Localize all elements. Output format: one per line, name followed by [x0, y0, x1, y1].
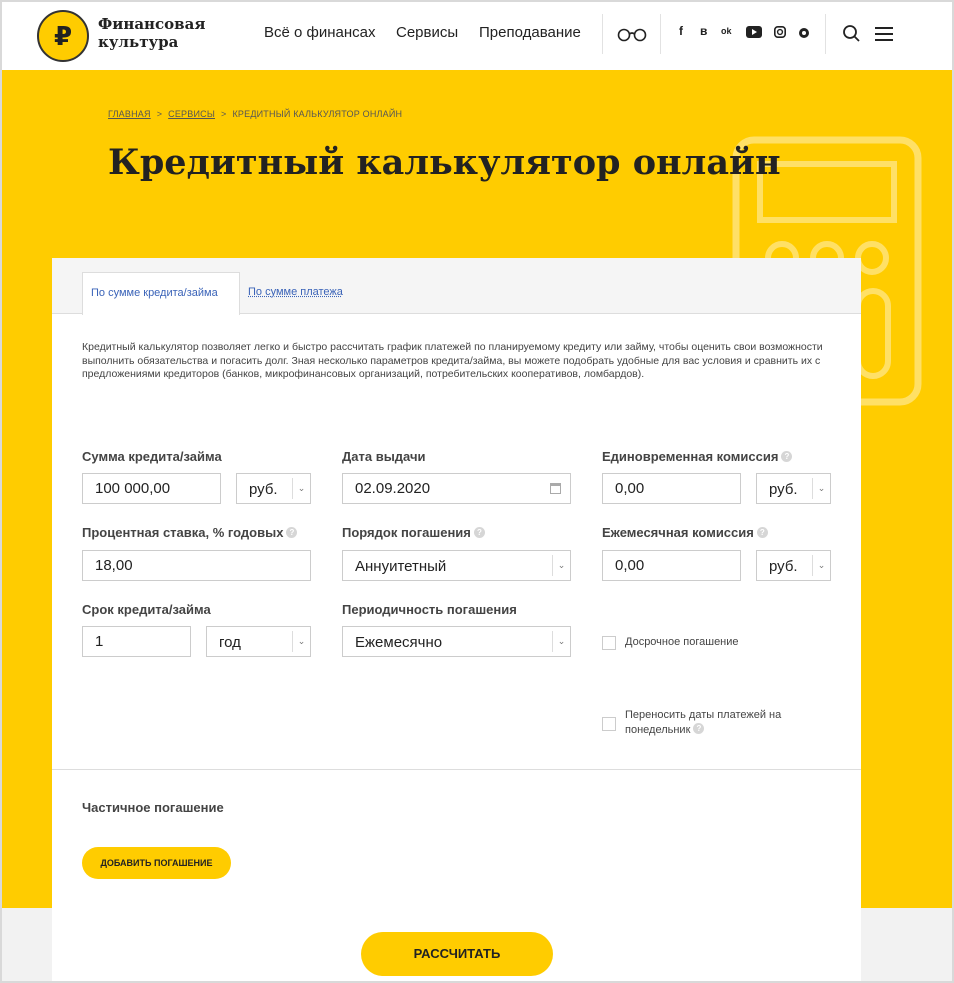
calculator-card: По сумме кредита/займа По сумме платежа … [52, 258, 861, 983]
interest-rate-label: Процентная ставка, % годовых? [82, 525, 297, 540]
monthly-fee-input[interactable]: 0,00 [602, 550, 741, 581]
breadcrumb-home[interactable]: ГЛАВНАЯ [108, 109, 151, 119]
periodicity-label: Периодичность погашения [342, 602, 517, 617]
breadcrumb-services[interactable]: СЕРВИСЫ [168, 109, 215, 119]
one-time-fee-label: Единовременная комиссия? [602, 449, 792, 464]
logo-text-line-2: культура [98, 33, 205, 51]
tab-bar: По сумме кредита/займа По сумме платежа [52, 258, 861, 314]
loan-term-input[interactable]: 1 [82, 626, 191, 657]
header-divider [825, 14, 826, 54]
currency-value: руб. [769, 558, 798, 575]
menu-icon[interactable] [875, 27, 893, 41]
help-icon[interactable]: ? [757, 527, 768, 538]
move-dates-checkbox[interactable] [602, 717, 616, 731]
monthly-fee-label: Ежемесячная комиссия? [602, 525, 768, 540]
loan-term-unit-select[interactable]: год ⌄ [206, 626, 311, 657]
nav-all-about-finance[interactable]: Всё о финансах [264, 24, 376, 41]
tab-by-loan-amount[interactable]: По сумме кредита/займа [82, 272, 240, 315]
repayment-order-label-text: Порядок погашения [342, 525, 471, 540]
help-icon[interactable]: ? [693, 723, 704, 734]
issue-date-input[interactable]: 02.09.2020 [342, 473, 571, 504]
breadcrumb-separator: > [157, 109, 162, 119]
site-header: ₽ Финансовая культура Всё о финансах Сер… [2, 2, 952, 70]
nav-teaching[interactable]: Преподавание [479, 24, 581, 41]
chevron-down-icon: ⌄ [292, 478, 310, 499]
currency-value: руб. [249, 481, 278, 498]
move-dates-label-line-2: понедельник [625, 724, 690, 736]
chevron-down-icon: ⌄ [552, 555, 570, 576]
chevron-down-icon: ⌄ [812, 478, 830, 499]
calculator-description: Кредитный калькулятор позволяет легко и … [82, 341, 832, 382]
header-divider [660, 14, 661, 54]
help-icon[interactable]: ? [286, 527, 297, 538]
issue-date-label: Дата выдачи [342, 449, 426, 464]
one-time-fee-currency-select[interactable]: руб. ⌄ [756, 473, 831, 504]
logo-symbol: ₽ [54, 21, 72, 52]
one-time-fee-label-text: Единовременная комиссия [602, 449, 778, 464]
loan-term-label: Срок кредита/займа [82, 602, 211, 617]
loan-amount-label: Сумма кредита/займа [82, 449, 222, 464]
logo-text[interactable]: Финансовая культура [98, 15, 205, 51]
interest-rate-input[interactable]: 18,00 [82, 550, 311, 581]
loan-amount-currency-select[interactable]: руб. ⌄ [236, 473, 311, 504]
partial-repayment-title: Частичное погашение [82, 800, 224, 815]
repayment-order-value: Аннуитетный [355, 558, 446, 575]
loan-amount-input[interactable]: 100 000,00 [82, 473, 221, 504]
periodicity-value: Ежемесячно [355, 634, 442, 651]
move-dates-label[interactable]: Переносить даты платежей на понедельник? [625, 708, 825, 738]
header-divider [602, 14, 603, 54]
monthly-fee-currency-select[interactable]: руб. ⌄ [756, 550, 831, 581]
page-title: Кредитный калькулятор онлайн [108, 142, 781, 183]
help-icon[interactable]: ? [781, 451, 792, 462]
logo-ruble-icon[interactable]: ₽ [37, 10, 89, 62]
one-time-fee-input[interactable]: 0,00 [602, 473, 741, 504]
glasses-icon[interactable] [617, 24, 647, 44]
help-icon[interactable]: ? [474, 527, 485, 538]
vk-icon[interactable]: в [700, 24, 707, 38]
tab-by-payment-amount[interactable]: По сумме платежа [240, 272, 351, 315]
logo-text-line-1: Финансовая [98, 15, 205, 33]
facebook-icon[interactable]: f [679, 24, 683, 38]
search-icon[interactable] [842, 24, 862, 44]
breadcrumb-separator: > [221, 109, 226, 119]
breadcrumb: ГЛАВНАЯ > СЕРВИСЫ > КРЕДИТНЫЙ КАЛЬКУЛЯТОР ОН… [108, 109, 402, 119]
calculate-button[interactable]: РАССЧИТАТЬ [361, 932, 553, 976]
youtube-icon[interactable] [746, 26, 762, 38]
calendar-icon[interactable] [550, 483, 561, 494]
interest-rate-label-text: Процентная ставка, % годовых [82, 525, 283, 540]
term-unit-value: год [219, 634, 241, 651]
add-repayment-button[interactable]: ДОБАВИТЬ ПОГАШЕНИЕ [82, 847, 231, 879]
chevron-down-icon: ⌄ [292, 631, 310, 652]
instagram-icon[interactable] [774, 26, 786, 38]
move-dates-label-line-1: Переносить даты платежей на [625, 708, 825, 723]
repayment-order-select[interactable]: Аннуитетный ⌄ [342, 550, 571, 581]
section-divider [52, 769, 861, 770]
odnoklassniki-icon[interactable]: ok [721, 26, 732, 36]
early-repayment-checkbox[interactable] [602, 636, 616, 650]
monthly-fee-label-text: Ежемесячная комиссия [602, 525, 754, 540]
chevron-down-icon: ⌄ [552, 631, 570, 652]
issue-date-value: 02.09.2020 [355, 480, 430, 497]
repayment-order-label: Порядок погашения? [342, 525, 485, 540]
chevron-down-icon: ⌄ [812, 555, 830, 576]
breadcrumb-current: КРЕДИТНЫЙ КАЛЬКУЛЯТОР ОНЛАЙН [232, 109, 402, 119]
early-repayment-label[interactable]: Досрочное погашение [625, 635, 739, 650]
livejournal-icon[interactable] [799, 28, 809, 38]
nav-services[interactable]: Сервисы [396, 24, 458, 41]
currency-value: руб. [769, 481, 798, 498]
periodicity-select[interactable]: Ежемесячно ⌄ [342, 626, 571, 657]
